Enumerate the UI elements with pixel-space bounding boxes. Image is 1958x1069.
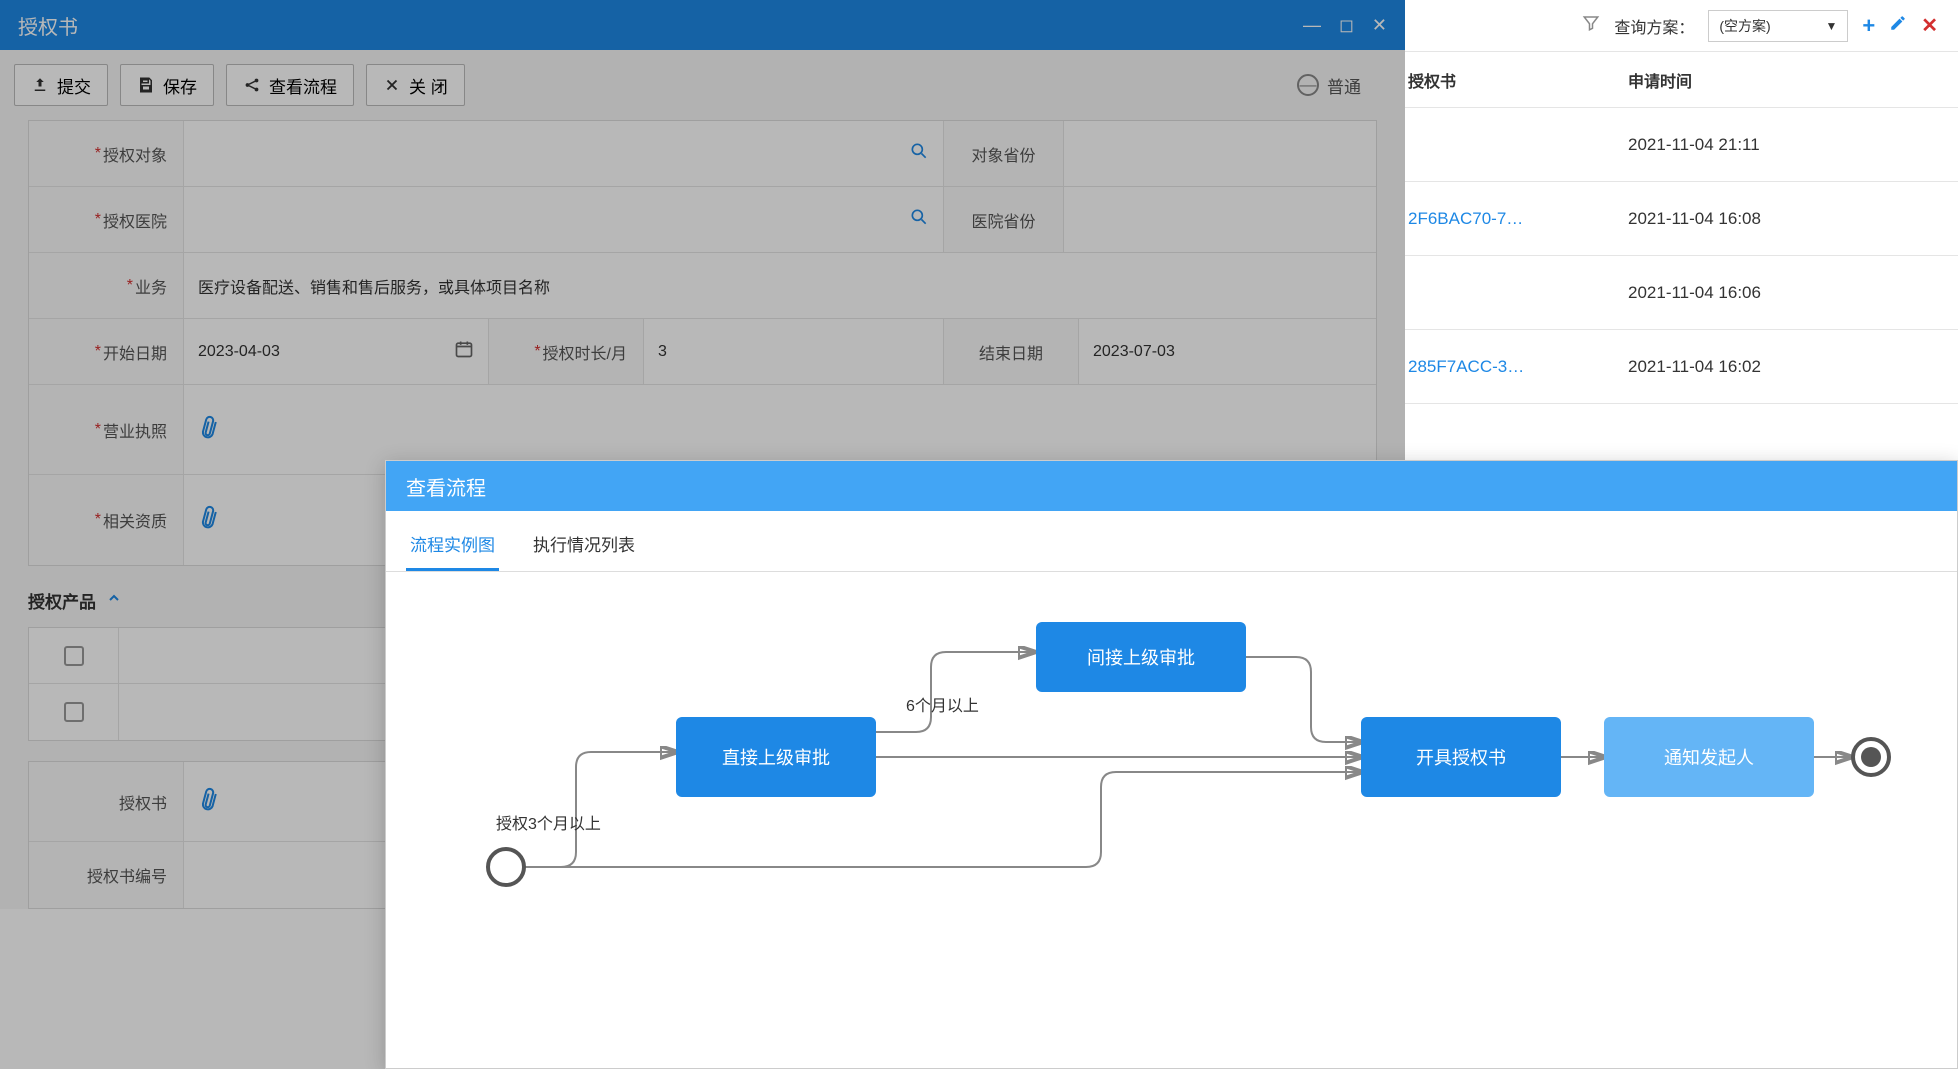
- flow-canvas: 直接上级审批 间接上级审批 开具授权书 通知发起人 6个月以上 授权3个月以上: [386, 572, 1957, 972]
- edit-scheme-button[interactable]: [1889, 14, 1907, 37]
- tab-instance-diagram[interactable]: 流程实例图: [406, 521, 499, 571]
- flow-tabs: 流程实例图 执行情况列表: [386, 511, 1957, 572]
- flow-node-issue-auth[interactable]: 开具授权书: [1361, 717, 1561, 797]
- row-time: 2021-11-04 16:06: [1610, 283, 1870, 303]
- row-time: 2021-11-04 16:02: [1610, 357, 1870, 377]
- flow-end-node: [1851, 737, 1891, 777]
- auth-link[interactable]: 2F6BAC70-7…: [1390, 209, 1610, 229]
- view-flow-dialog: 查看流程 流程实例图 执行情况列表 直接上级审批 间接上级审批: [385, 460, 1958, 1069]
- flow-node-direct-approval[interactable]: 直接上级审批: [676, 717, 876, 797]
- filter-icon[interactable]: [1582, 14, 1600, 37]
- flow-start-node: [486, 847, 526, 887]
- scheme-select[interactable]: (空方案) ▼: [1708, 10, 1848, 42]
- flow-node-indirect-approval[interactable]: 间接上级审批: [1036, 622, 1246, 692]
- scheme-value: (空方案): [1719, 16, 1770, 36]
- delete-scheme-button[interactable]: ✕: [1921, 13, 1938, 38]
- tab-execution-list[interactable]: 执行情况列表: [529, 521, 639, 571]
- flow-label-6months: 6个月以上: [906, 692, 979, 716]
- caret-down-icon: ▼: [1825, 19, 1837, 33]
- flow-dialog-title: 查看流程: [406, 472, 486, 501]
- flow-dialog-titlebar: 查看流程: [386, 461, 1957, 511]
- row-time: 2021-11-04 21:11: [1610, 135, 1870, 155]
- add-scheme-button[interactable]: +: [1862, 13, 1875, 39]
- header-auth: 授权书: [1390, 68, 1610, 92]
- scheme-label: 查询方案：: [1614, 14, 1694, 38]
- flow-label-3months: 授权3个月以上: [496, 810, 601, 834]
- auth-link[interactable]: 285F7ACC-3…: [1390, 357, 1610, 377]
- flow-node-notify-initiator[interactable]: 通知发起人: [1604, 717, 1814, 797]
- header-time: 申请时间: [1610, 68, 1870, 92]
- row-time: 2021-11-04 16:08: [1610, 209, 1870, 229]
